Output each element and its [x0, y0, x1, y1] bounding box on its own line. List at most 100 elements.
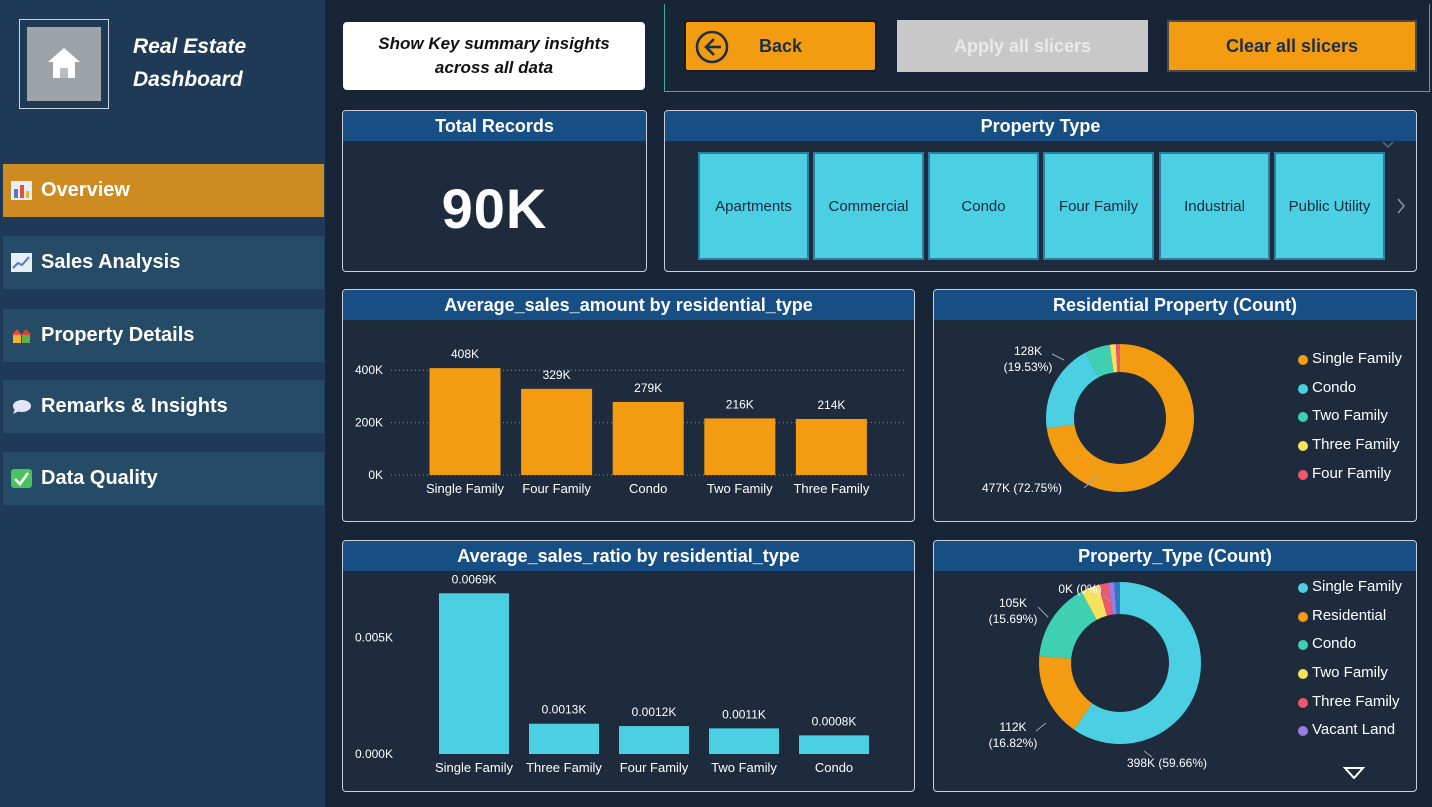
- legend-label: Single Family: [1312, 350, 1403, 367]
- bar: [709, 728, 779, 754]
- nav-item-property-details[interactable]: Property Details: [3, 309, 324, 362]
- leader-line: [1035, 722, 1047, 732]
- x-tick-label: Four Family: [522, 481, 591, 496]
- legend-swatch: [1298, 640, 1308, 651]
- residential-property-chart: Residential Property (Count) 477K (72.75…: [933, 289, 1417, 522]
- bar: [795, 418, 867, 475]
- bar-chart: 0K 200K 400K 408K Single Family 329K Four Fami…: [355, 347, 906, 496]
- legend-item: Three Family: [1298, 436, 1402, 465]
- nav-item-data-quality[interactable]: Data Quality: [3, 452, 324, 505]
- x-tick-label: Single Family: [426, 481, 505, 496]
- trend-chart-icon: [11, 253, 32, 272]
- total-records-value: 90K: [441, 176, 548, 240]
- data-label: (19.53%): [1004, 360, 1053, 374]
- bar: [429, 368, 501, 475]
- legend-swatch: [1298, 355, 1308, 365]
- legend-swatch: [1298, 583, 1308, 593]
- data-label: 477K (72.75%): [982, 481, 1062, 495]
- slicer-option-condo[interactable]: Condo: [928, 152, 1039, 260]
- legend-item: Single Family: [1298, 350, 1402, 379]
- data-label: (15.69%): [989, 612, 1038, 626]
- data-label: 398K (59.66%): [1127, 756, 1207, 770]
- leader-line: [1037, 606, 1049, 618]
- sidebar: Real Estate Dashboard Overview Sales Ana…: [0, 0, 325, 807]
- x-tick-label: Two Family: [707, 481, 773, 496]
- property-type-count-chart: Property_Type (Count) 398K (59.66%) 112K (…: [933, 540, 1417, 792]
- bar-chart: 0.000K 0.005K 0.0069K Single Family 0.0013K T…: [355, 572, 869, 775]
- donut-chart: 477K (72.75%) 128K (19.53%): [982, 344, 1194, 495]
- avg-sales-ratio-chart: Average_sales_ratio by residential_type …: [342, 540, 915, 792]
- apply-all-slicers-button[interactable]: Apply all slicers: [897, 20, 1148, 72]
- legend-swatch: [1298, 726, 1308, 737]
- nav-item-sales-analysis[interactable]: Sales Analysis: [3, 236, 324, 289]
- legend-swatch: [1298, 669, 1308, 680]
- legend-label: Two Family: [1312, 407, 1388, 425]
- legend-label: Condo: [1312, 635, 1357, 653]
- data-label: 0.0012K: [632, 705, 677, 719]
- back-label: Back: [758, 35, 803, 56]
- donut-chart: 398K (59.66%) 112K (16.82%) 105K (15.69%) 0K …: [989, 582, 1207, 770]
- y-tick-label: 200K: [355, 416, 383, 430]
- back-button[interactable]: Back: [684, 20, 877, 72]
- nav-label: Property Details: [41, 324, 195, 346]
- legend-item: Two Family: [1298, 407, 1402, 436]
- y-tick-label: 0.005K: [355, 631, 393, 645]
- y-tick-label: 0K: [368, 468, 383, 482]
- legend-swatch: [1298, 611, 1308, 622]
- nav-item-remarks-insights[interactable]: Remarks & Insights: [3, 380, 324, 433]
- donut-slice: [1046, 352, 1099, 429]
- total-records-card: Total Records 90K: [342, 110, 647, 272]
- data-label: 105K: [999, 596, 1027, 610]
- legend-swatch: [1298, 697, 1308, 708]
- scroll-down-icon[interactable]: [1343, 767, 1365, 779]
- data-label: 112K: [999, 720, 1026, 734]
- avg-sales-amount-chart: Average_sales_amount by residential_type…: [342, 289, 915, 522]
- slicer-option-commercial[interactable]: Commercial: [813, 152, 924, 260]
- property-type-slicer: Property Type Apartments Commercial Cond…: [664, 110, 1417, 272]
- show-summary-insights-button[interactable]: Show Key summary insights across all dat…: [343, 22, 645, 90]
- dashboard-app: Real Estate Dashboard Overview Sales Ana…: [0, 0, 1432, 807]
- nav-label: Overview: [41, 179, 130, 201]
- legend-label: Residential: [1312, 606, 1387, 624]
- x-tick-label: Three Family: [793, 481, 869, 496]
- x-tick-label: Two Family: [711, 760, 777, 775]
- data-label: 329K: [543, 368, 571, 382]
- nav-item-overview[interactable]: Overview: [3, 164, 324, 217]
- clear-all-slicers-button[interactable]: Clear all slicers: [1167, 20, 1417, 72]
- slicer-option-public-utility[interactable]: Public Utility: [1274, 152, 1385, 260]
- data-label: 0.0069K: [452, 572, 497, 586]
- bar: [529, 723, 599, 754]
- slicer-option-four-family[interactable]: Four Family: [1043, 152, 1154, 260]
- legend-label: Three Family: [1312, 436, 1400, 454]
- data-label: 0.0008K: [812, 714, 857, 728]
- x-tick-label: Condo: [815, 760, 853, 775]
- chevron-icon: [1382, 141, 1394, 149]
- data-label: (16.82%): [989, 736, 1038, 750]
- legend: Single Family Condo Two Family Three Family…: [1298, 350, 1402, 493]
- chart-title: Average_sales_ratio by residential_type: [343, 541, 914, 571]
- bar-chart-icon: [11, 181, 32, 200]
- data-label: 408K: [451, 347, 479, 361]
- x-tick-label: Four Family: [620, 760, 689, 775]
- chevron-right-icon[interactable]: [1396, 198, 1406, 214]
- legend-label: Vacant Land: [1312, 721, 1396, 739]
- card-title: Total Records: [343, 111, 646, 141]
- legend-item: Three Family: [1298, 693, 1402, 722]
- x-tick-label: Single Family: [435, 760, 514, 775]
- check-mark-icon: [11, 469, 32, 488]
- legend-label: Condo: [1312, 378, 1357, 396]
- nav-label: Data Quality: [41, 467, 158, 489]
- slicer-option-apartments[interactable]: Apartments: [698, 152, 809, 260]
- legend-label: Two Family: [1312, 664, 1388, 682]
- chart-title: Property_Type (Count): [934, 541, 1416, 571]
- logo: [19, 19, 109, 109]
- home-icon: [48, 48, 80, 78]
- slicer-option-industrial[interactable]: Industrial: [1159, 152, 1270, 260]
- nav-label: Remarks & Insights: [41, 395, 228, 417]
- legend-swatch: [1298, 441, 1308, 452]
- data-label: 279K: [634, 381, 662, 395]
- legend-label: Single Family: [1312, 578, 1403, 595]
- legend-item: Single Family: [1298, 578, 1402, 607]
- chart-title: Average_sales_amount by residential_type: [343, 290, 914, 320]
- data-label: 214K: [817, 398, 845, 412]
